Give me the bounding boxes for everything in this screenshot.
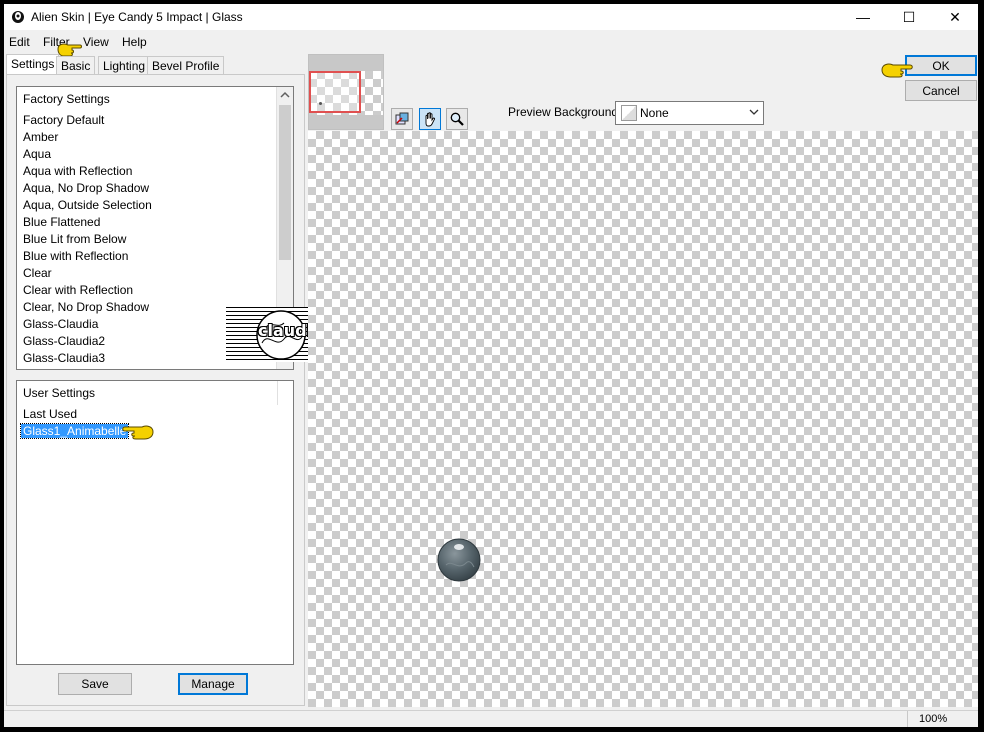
preview-compare-button[interactable] [391, 108, 413, 130]
hand-icon [425, 112, 435, 127]
list-item[interactable]: Aqua with Reflection [23, 164, 132, 178]
manage-button[interactable]: Manage [178, 673, 248, 695]
preview-background-value: None [640, 106, 669, 120]
menu-edit[interactable]: Edit [9, 35, 30, 49]
close-button[interactable]: ✕ [932, 4, 978, 30]
navigator-frame[interactable] [309, 71, 361, 113]
menu-help[interactable]: Help [122, 35, 147, 49]
list-item[interactable]: Aqua, Outside Selection [23, 198, 152, 212]
list-item[interactable]: Blue Flattened [23, 215, 100, 229]
pointing-hand-icon [122, 425, 154, 440]
tab-basic[interactable]: Basic [56, 56, 96, 75]
user-settings-list[interactable]: User Settings Last Used Glass1_Animabell… [16, 380, 294, 665]
eye-candy-window: Alien Skin | Eye Candy 5 Impact | Glass … [4, 4, 978, 727]
close-icon: ✕ [949, 8, 961, 25]
tab-lighting[interactable]: Lighting [98, 56, 151, 75]
list-item[interactable]: Glass-Claudia3 [23, 351, 105, 365]
settings-panel: Factory Settings Factory Default Amber A… [6, 74, 305, 706]
list-item[interactable]: Blue Lit from Below [23, 232, 126, 246]
alien-skin-app-icon [12, 11, 24, 23]
minimize-button[interactable]: — [840, 4, 886, 30]
list-item[interactable]: Glass-Claudia2 [23, 334, 105, 348]
list-item[interactable]: Glass-Claudia [23, 317, 98, 331]
navigator-thumbnail[interactable] [308, 54, 384, 130]
maximize-icon: ☐ [902, 8, 916, 25]
magnifier-icon [450, 112, 464, 126]
glass-bead-preview [437, 538, 481, 582]
status-divider [907, 711, 908, 727]
hand-tool-button[interactable] [419, 108, 441, 130]
background-swatch [621, 105, 637, 121]
list-item[interactable]: Last Used [23, 407, 77, 421]
scroll-up-icon[interactable] [280, 91, 290, 99]
chevron-down-icon [749, 109, 759, 115]
preview-background-select[interactable]: None [615, 101, 764, 125]
list-item[interactable]: Amber [23, 130, 58, 144]
preview-background-label: Preview Background: [508, 105, 622, 119]
user-settings-header: User Settings [23, 386, 96, 400]
save-button[interactable]: Save [58, 673, 132, 695]
navigator-marker [319, 102, 322, 105]
list-item[interactable]: Clear with Reflection [23, 283, 133, 297]
zoom-tool-button[interactable] [446, 108, 468, 130]
preview-canvas[interactable] [308, 131, 978, 707]
minimize-icon: — [856, 9, 870, 25]
navigator-bottom-band [309, 115, 383, 129]
window-title: Alien Skin | Eye Candy 5 Impact | Glass [31, 10, 243, 24]
navigator-top-band [309, 55, 383, 71]
list-item[interactable]: Blue with Reflection [23, 249, 128, 263]
list-item[interactable]: Clear [23, 266, 52, 280]
list-item[interactable]: Aqua, No Drop Shadow [23, 181, 149, 195]
maximize-button[interactable]: ☐ [886, 4, 932, 30]
title-bar: Alien Skin | Eye Candy 5 Impact | Glass … [4, 4, 978, 30]
preview-compare-icon [395, 112, 409, 125]
cancel-button[interactable]: Cancel [905, 80, 977, 101]
scroll-thumb[interactable] [279, 105, 291, 260]
tab-settings[interactable]: Settings [6, 54, 60, 76]
list-item-selected[interactable]: Glass1_Animabelle [19, 423, 130, 439]
pointing-hand-icon [881, 63, 913, 78]
list-item[interactable]: Clear, No Drop Shadow [23, 300, 149, 314]
zoom-level: 100% [919, 713, 948, 725]
factory-settings-header: Factory Settings [23, 92, 110, 106]
list-item[interactable]: Factory Default [23, 113, 104, 127]
ok-button[interactable]: OK [905, 55, 977, 76]
status-bar: 100% [4, 710, 978, 727]
list-item[interactable]: Aqua [23, 147, 51, 161]
tab-bevel-profile[interactable]: Bevel Profile [147, 56, 225, 75]
header-divider [277, 381, 278, 405]
menu-view[interactable]: View [83, 35, 109, 49]
